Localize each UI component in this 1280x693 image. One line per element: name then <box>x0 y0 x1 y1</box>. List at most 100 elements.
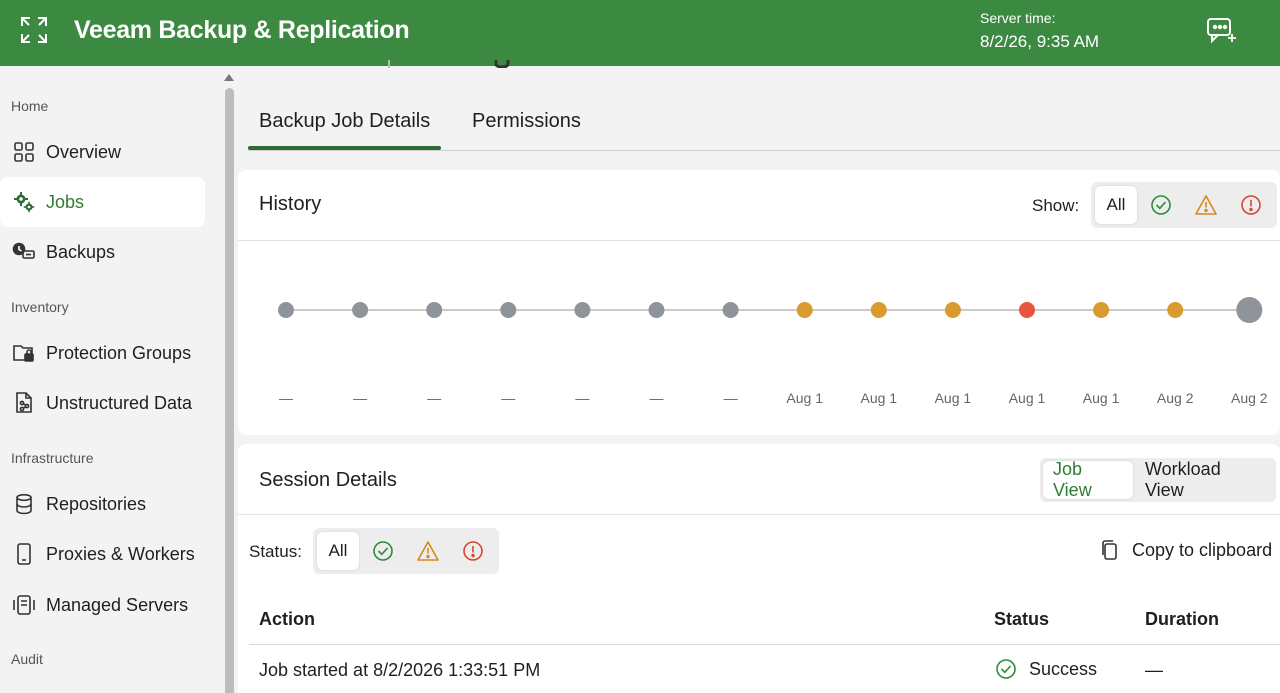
page-title-clipped <box>388 60 510 68</box>
error-icon <box>1241 195 1261 215</box>
timeline-point-error[interactable] <box>1019 302 1035 318</box>
sidebar-item-proxies-workers[interactable]: Proxies & Workers <box>0 529 205 579</box>
sidebar-scrollbar[interactable] <box>220 66 238 693</box>
status-filter-all-button[interactable]: All <box>317 532 359 570</box>
filter-success-button[interactable] <box>1140 186 1182 224</box>
sidebar-item-managed-servers[interactable]: Managed Servers <box>0 580 205 630</box>
timeline-label: — <box>501 390 516 406</box>
timeline-point-current[interactable] <box>1236 297 1263 323</box>
job-view-button[interactable]: Job View <box>1043 459 1133 500</box>
success-icon <box>1151 195 1171 215</box>
sidebar-item-unstructured-data[interactable]: Unstructured Data <box>0 378 205 428</box>
workload-view-label: Workload View <box>1145 459 1221 500</box>
timeline-point-warning[interactable] <box>796 302 813 318</box>
timeline-point-none[interactable] <box>278 302 294 318</box>
scrollbar-thumb[interactable] <box>225 88 234 693</box>
timeline-label: — <box>723 390 738 406</box>
sidebar-item-label: Proxies & Workers <box>46 543 195 564</box>
row-action: Job started at 8/2/2026 1:33:51 PM <box>259 660 541 680</box>
history-title: History <box>259 193 322 215</box>
top-bar: Veeam Backup & Replication Server time: … <box>0 0 1280 66</box>
veeam-logo-icon[interactable] <box>18 14 50 46</box>
main-content: Backup Job Details Permissions History S… <box>238 60 1280 693</box>
ai-chat-icon[interactable] <box>1204 16 1238 46</box>
timeline-label: Aug 1 <box>860 390 898 406</box>
timeline-point-none[interactable] <box>500 302 517 318</box>
phone-device-icon <box>12 542 36 566</box>
timeline-point-warning[interactable] <box>1093 302 1110 318</box>
status-label: Status: <box>249 542 302 561</box>
status-filter-warning-button[interactable] <box>407 532 449 570</box>
sidebar-item-label: Unstructured Data <box>46 392 193 413</box>
timeline-label: Aug 2 <box>1156 390 1194 406</box>
table-header-divider <box>249 644 1280 645</box>
app-title: Veeam Backup & Replication <box>74 16 410 44</box>
row-duration: — <box>1145 660 1163 680</box>
sidebar-item-label: Backups <box>46 241 116 262</box>
column-header-action[interactable]: Action <box>259 609 315 630</box>
sidebar-item-label: Protection Groups <box>46 342 192 363</box>
status-filter-error-button[interactable] <box>452 532 494 570</box>
row-status: Success <box>995 658 1097 680</box>
timeline-point-none[interactable] <box>426 302 443 318</box>
filter-all-button[interactable]: All <box>1095 186 1137 224</box>
workload-view-button[interactable]: Workload View <box>1135 459 1273 500</box>
timeline-point-warning[interactable] <box>1167 302 1184 318</box>
sidebar-item-backups[interactable]: Backups <box>0 227 205 277</box>
column-header-duration[interactable]: Duration <box>1145 609 1219 630</box>
success-icon <box>996 659 1016 679</box>
row-status-text: Success <box>1029 658 1098 679</box>
column-header-status[interactable]: Status <box>994 609 1049 630</box>
timeline-point-none[interactable] <box>352 302 369 318</box>
gears-icon <box>12 190 36 214</box>
server-time-label: Server time: <box>980 10 1056 26</box>
timeline-label: — <box>575 390 590 406</box>
timeline-point-warning[interactable] <box>944 302 961 318</box>
warning-icon <box>417 541 439 561</box>
sidebar-item-label: Repositories <box>46 493 147 514</box>
status-filter-all-label: All <box>328 541 348 560</box>
timeline-point-none[interactable] <box>648 302 665 318</box>
timeline-point-warning[interactable] <box>870 302 887 318</box>
tab-bar: Backup Job Details Permissions <box>248 96 1280 151</box>
timeline-label: — <box>427 390 442 406</box>
filter-error-button[interactable] <box>1230 186 1272 224</box>
history-timeline <box>278 297 1263 323</box>
status-filter-success-button[interactable] <box>362 532 404 570</box>
filter-warning-button[interactable] <box>1185 186 1227 224</box>
timeline-point-none[interactable] <box>574 302 591 318</box>
section-inventory: Inventory <box>11 299 69 315</box>
sidebar-item-label: Managed Servers <box>46 594 189 615</box>
folder-lock-icon <box>12 341 36 365</box>
warning-icon <box>1195 195 1217 215</box>
section-home: Home <box>11 98 49 114</box>
sidebar-item-overview[interactable]: Overview <box>0 127 205 177</box>
history-divider <box>238 240 1280 241</box>
tab-permissions[interactable]: Permissions <box>472 110 581 150</box>
show-label: Show: <box>1032 196 1080 215</box>
sidebar-item-repositories[interactable]: Repositories <box>0 479 205 529</box>
sidebar-item-jobs[interactable]: Jobs <box>0 177 205 227</box>
sidebar-item-protection-groups[interactable]: Protection Groups <box>0 328 205 378</box>
scroll-up-arrow-icon[interactable] <box>223 72 235 82</box>
copy-icon <box>1102 540 1117 560</box>
session-details-card: Session Details Job View Workload View S… <box>238 444 1280 693</box>
sidebar-item-label: Jobs <box>46 191 85 212</box>
timeline-label: Aug 1 <box>934 390 972 406</box>
database-icon <box>12 492 36 516</box>
session-title: Session Details <box>259 469 397 491</box>
error-icon <box>463 541 483 561</box>
grid-icon <box>12 140 36 164</box>
file-share-icon <box>12 391 36 415</box>
history-filter-group: All <box>1091 182 1277 228</box>
tab-label: Backup Job Details <box>259 110 431 132</box>
tab-backup-job-details[interactable]: Backup Job Details <box>248 110 441 150</box>
backups-icon <box>12 240 36 264</box>
section-infrastructure: Infrastructure <box>11 450 94 466</box>
timeline-label: — <box>649 390 664 406</box>
timeline-label: Aug 1 <box>786 390 823 406</box>
section-audit: Audit <box>11 651 43 667</box>
timeline-point-none[interactable] <box>722 302 739 318</box>
copy-to-clipboard-button[interactable]: Copy to clipboard <box>1100 539 1272 561</box>
timeline-label: Aug 1 <box>1008 390 1046 406</box>
